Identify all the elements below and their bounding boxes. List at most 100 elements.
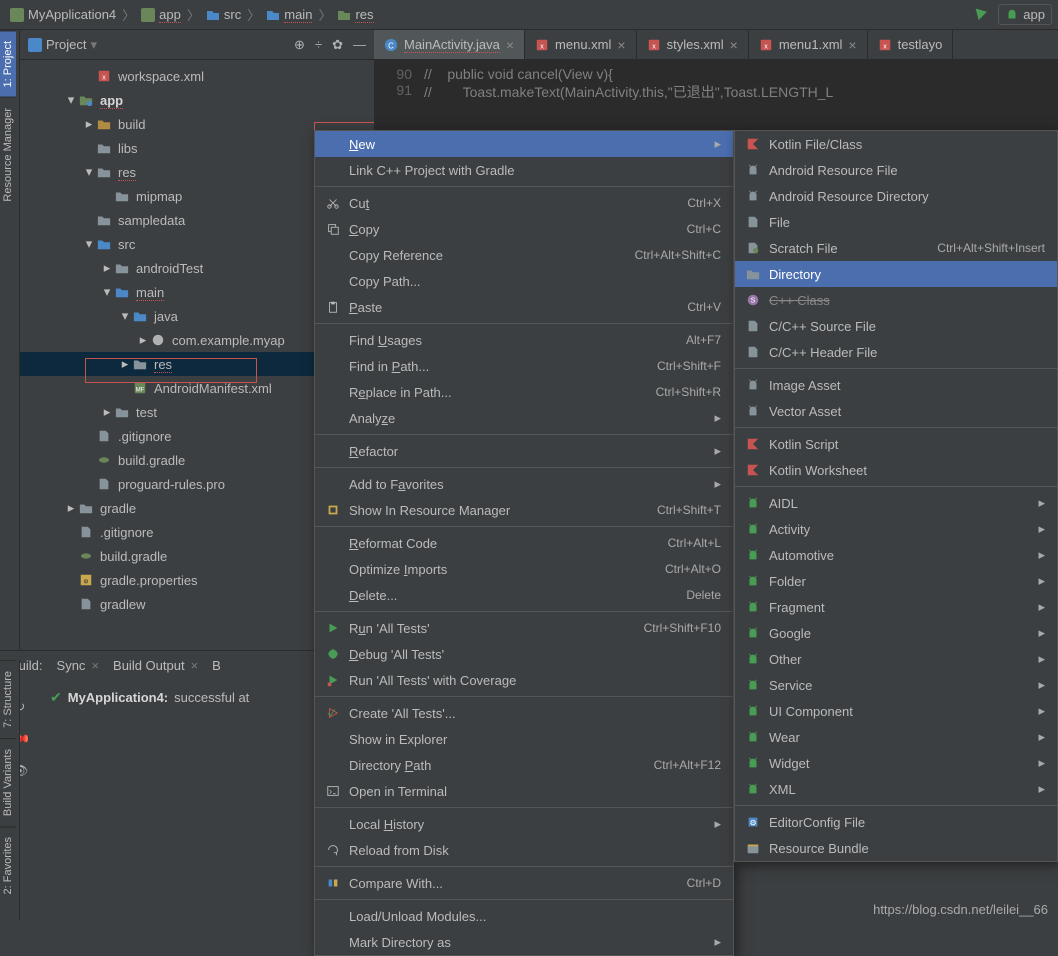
menu-add-to-favorites[interactable]: Add to Favorites▸ [315,471,733,497]
check-icon: ✔ [50,689,62,706]
context-menu: New▸Link C++ Project with Gradle CutCtrl+… [314,130,734,956]
menu-directory-path[interactable]: Directory PathCtrl+Alt+F12 [315,752,733,778]
menu-activity[interactable]: Activity▸ [735,516,1057,542]
menu-link-c---project-with-gradle[interactable]: Link C++ Project with Gradle [315,157,733,183]
menu-xml[interactable]: XML▸ [735,776,1057,802]
build-success-line[interactable]: ✔ MyApplication4: successful at [50,689,249,706]
hide-icon[interactable]: — [353,37,366,52]
build-tab-output[interactable]: Build Output× [113,658,198,673]
menu-folder[interactable]: Folder▸ [735,568,1057,594]
menu-kotlin-worksheet[interactable]: Kotlin Worksheet [735,457,1057,483]
menu-android-resource-directory[interactable]: Android Resource Directory [735,183,1057,209]
menu-automotive[interactable]: Automotive▸ [735,542,1057,568]
menu-debug--all-tests-[interactable]: Debug 'All Tests' [315,641,733,667]
svg-text:⚙: ⚙ [749,819,756,828]
menu-compare-with---[interactable]: Compare With...Ctrl+D [315,870,733,896]
menu-c-c---source-file[interactable]: C/C++ Source File [735,313,1057,339]
bc-app[interactable]: app [137,5,185,25]
menu-reload-from-disk[interactable]: Reload from Disk [315,837,733,863]
bc-src[interactable]: src [202,5,245,24]
build-status-icon[interactable] [974,5,990,24]
tab-styles-xml[interactable]: xstyles.xml× [637,30,749,59]
menu-image-asset[interactable]: Image Asset [735,372,1057,398]
menu-cut[interactable]: CutCtrl+X [315,190,733,216]
menu-copy-reference[interactable]: Copy ReferenceCtrl+Alt+Shift+C [315,242,733,268]
menu-ui-component[interactable]: UI Component▸ [735,698,1057,724]
tab-menu-xml[interactable]: xmenu.xml× [525,30,637,59]
menu-create--all-tests----[interactable]: Create 'All Tests'... [315,700,733,726]
menu-android-resource-file[interactable]: Android Resource File [735,157,1057,183]
menu-show-in-explorer[interactable]: Show in Explorer [315,726,733,752]
close-icon[interactable]: × [730,37,738,53]
side-tab-resource-manager[interactable]: Resource Manager [0,97,16,212]
menu-find-in-path---[interactable]: Find in Path...Ctrl+Shift+F [315,353,733,379]
tree-node-app[interactable]: app [20,88,374,112]
close-icon[interactable]: × [848,37,856,53]
watermark: https://blog.csdn.net/leilei__66 [873,902,1048,917]
code-editor[interactable]: 90// public void cancel(View v){91// Toa… [374,60,1058,108]
menu-google[interactable]: Google▸ [735,620,1057,646]
build-tab-b[interactable]: B [212,658,221,673]
collapse-icon[interactable]: ÷ [315,37,322,52]
menu-run--all-tests--with-coverage[interactable]: Run 'All Tests' with Coverage [315,667,733,693]
menu-file[interactable]: File [735,209,1057,235]
bc-sep: 〉 [122,5,135,24]
menu-aidl[interactable]: AIDL▸ [735,490,1057,516]
locate-icon[interactable]: ⊕ [294,37,305,53]
left-sidebar: 1: Project Resource Manager [0,30,20,650]
menu-vector-asset[interactable]: Vector Asset [735,398,1057,424]
tab-menu1-xml[interactable]: xmenu1.xml× [749,30,868,59]
side-tab-structure[interactable]: 7: Structure [0,660,16,738]
menu-scratch-file[interactable]: Scratch FileCtrl+Alt+Shift+Insert [735,235,1057,261]
close-icon[interactable]: × [506,37,514,53]
menu-refactor[interactable]: Refactor▸ [315,438,733,464]
svg-text:x: x [540,43,544,50]
menu-c---class[interactable]: SC++ Class [735,287,1057,313]
menu-widget[interactable]: Widget▸ [735,750,1057,776]
menu-load-unload-modules---[interactable]: Load/Unload Modules... [315,903,733,929]
menu-paste[interactable]: PasteCtrl+V [315,294,733,320]
bc-main[interactable]: main [262,5,316,25]
tab-mainactivity-java[interactable]: CMainActivity.java× [374,30,525,59]
menu-open-in-terminal[interactable]: Open in Terminal [315,778,733,804]
tree-node-workspace-xml[interactable]: xworkspace.xml [20,64,374,88]
menu-optimize-imports[interactable]: Optimize ImportsCtrl+Alt+O [315,556,733,582]
menu-find-usages[interactable]: Find UsagesAlt+F7 [315,327,733,353]
menu-run--all-tests-[interactable]: Run 'All Tests'Ctrl+Shift+F10 [315,615,733,641]
menu-fragment[interactable]: Fragment▸ [735,594,1057,620]
menu-replace-in-path---[interactable]: Replace in Path...Ctrl+Shift+R [315,379,733,405]
menu-new[interactable]: New▸ [315,131,733,157]
menu-service[interactable]: Service▸ [735,672,1057,698]
new-submenu: Kotlin File/ClassAndroid Resource FileAn… [734,130,1058,862]
menu-local-history[interactable]: Local History▸ [315,811,733,837]
tab-testlayo[interactable]: xtestlayo [868,30,954,59]
menu-copy[interactable]: CopyCtrl+C [315,216,733,242]
close-icon[interactable]: × [617,37,625,53]
menu-other[interactable]: Other▸ [735,646,1057,672]
side-tab-favorites[interactable]: 2: Favorites [0,826,16,904]
menu-editorconfig-file[interactable]: ⚙EditorConfig File [735,809,1057,835]
side-tab-project[interactable]: 1: Project [0,30,16,97]
menu-delete---[interactable]: Delete...Delete [315,582,733,608]
menu-resource-bundle[interactable]: Resource Bundle [735,835,1057,861]
menu-show-in-resource-manager[interactable]: Show In Resource ManagerCtrl+Shift+T [315,497,733,523]
menu-kotlin-script[interactable]: Kotlin Script [735,431,1057,457]
menu-mark-directory-as[interactable]: Mark Directory as▸ [315,929,733,955]
menu-kotlin-file-class[interactable]: Kotlin File/Class [735,131,1057,157]
menu-copy-path---[interactable]: Copy Path... [315,268,733,294]
build-tab-sync[interactable]: Sync× [57,658,100,673]
run-config[interactable]: app [998,4,1052,25]
menu-c-c---header-file[interactable]: C/C++ Header File [735,339,1057,365]
menu-directory[interactable]: Directory [735,261,1057,287]
editor-tab-bar: CMainActivity.java×xmenu.xml×xstyles.xml… [374,30,1058,60]
bc-project[interactable]: MyApplication4 [6,5,120,24]
side-tab-build-variants[interactable]: Build Variants [0,738,16,826]
breadcrumb-bar: MyApplication4 〉 app 〉 src 〉 main 〉 res … [0,0,1058,30]
menu-analyze[interactable]: Analyze▸ [315,405,733,431]
svg-text:x: x [652,43,656,50]
settings-icon[interactable]: ✿ [332,37,343,53]
menu-reformat-code[interactable]: Reformat CodeCtrl+Alt+L [315,530,733,556]
project-selector[interactable]: Project ▾ [28,37,97,53]
menu-wear[interactable]: Wear▸ [735,724,1057,750]
bc-res[interactable]: res [333,5,377,25]
